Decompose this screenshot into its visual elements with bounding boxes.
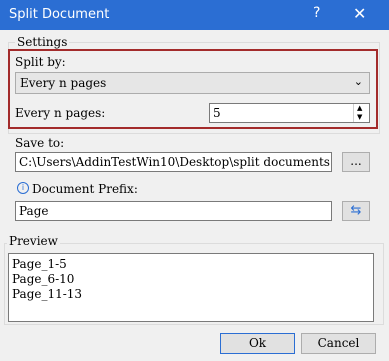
save-path-input[interactable]: C:\Users\AddinTestWin10\Desktop\split do… — [15, 152, 332, 172]
browse-button[interactable]: ... — [342, 152, 370, 172]
save-path-value: C:\Users\AddinTestWin10\Desktop\split do… — [19, 155, 330, 169]
every-n-pages-label: Every n pages: — [15, 106, 106, 120]
info-icon: i — [17, 182, 29, 194]
stepper-buttons: ▲ ▼ — [353, 104, 369, 122]
every-n-pages-value[interactable]: 5 — [213, 106, 221, 120]
close-button[interactable]: ✕ — [353, 4, 366, 23]
preview-list[interactable]: Page_1-5 Page_6-10 Page_11-13 — [8, 253, 374, 322]
refresh-button[interactable]: ⇆ — [342, 201, 370, 221]
split-by-label: Split by: — [15, 55, 66, 69]
refresh-icon: ⇆ — [350, 203, 362, 218]
chevron-down-icon[interactable]: ⌄ — [354, 75, 363, 88]
preview-line: Page_1-5 — [12, 257, 67, 271]
split-by-select[interactable]: Every n pages ⌄ — [15, 72, 370, 94]
prefix-value: Page — [19, 204, 49, 218]
split-by-value: Every n pages — [20, 76, 107, 90]
document-prefix-label: Document Prefix: — [32, 182, 138, 196]
preview-line: Page_6-10 — [12, 272, 75, 286]
prefix-input[interactable]: Page — [15, 201, 332, 221]
title-bar: Split Document ? ✕ — [0, 0, 389, 30]
cancel-button[interactable]: Cancel — [301, 333, 376, 354]
preview-label: Preview — [7, 234, 60, 248]
increment-icon[interactable]: ▲ — [357, 104, 362, 112]
settings-group-label: Settings — [15, 35, 70, 49]
help-button[interactable]: ? — [313, 5, 320, 21]
preview-line: Page_11-13 — [12, 287, 83, 301]
ok-button[interactable]: Ok — [220, 333, 295, 354]
decrement-icon[interactable]: ▼ — [357, 113, 362, 121]
window-title: Split Document — [9, 7, 110, 22]
save-to-label: Save to: — [15, 136, 65, 150]
every-n-pages-stepper[interactable]: 5 ▲ ▼ — [209, 103, 370, 123]
